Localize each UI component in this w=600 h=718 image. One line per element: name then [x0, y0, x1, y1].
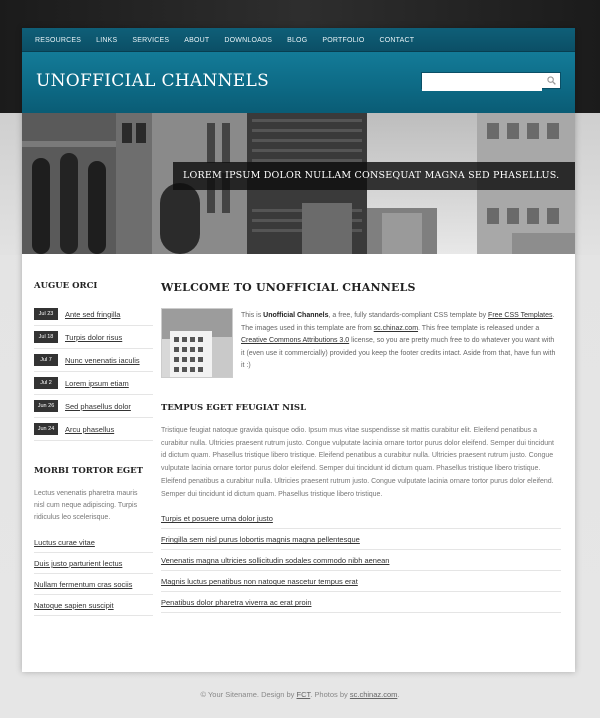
date-badge: Jun 26 [34, 400, 58, 412]
section-body-text: Tristique feugiat natoque gravida quisqu… [161, 427, 554, 498]
search-box [421, 72, 561, 91]
main-link-list: Turpis et posuere urna dolor justo Fring… [161, 508, 561, 614]
news-link[interactable]: Nunc venenatis iaculis [65, 356, 140, 365]
footer-text: © Your Sitename. Design by [200, 690, 297, 699]
nav-resources[interactable]: RESOURCES [35, 37, 81, 44]
section-heading: TEMPUS EGET FEUGIAT NISL [161, 403, 307, 413]
template-name: Unofficial Channels [263, 312, 329, 319]
masthead: UNOFFICIAL CHANNELS [22, 52, 575, 113]
intro-image [161, 308, 233, 378]
nav-portfolio[interactable]: PORTFOLIO [322, 37, 364, 44]
intro-text-part: , a free, fully standards-compliant CSS … [328, 312, 489, 319]
news-item: Jun 26 Sed phasellus dolor [34, 395, 153, 418]
news-item: Jul 7 Nunc venenatis iaculis [34, 349, 153, 372]
date-badge: Jul 2 [34, 377, 58, 389]
page-wrapper: RESOURCES LINKS SERVICES ABOUT DOWNLOADS… [22, 28, 575, 672]
news-link[interactable]: Turpis dolor risus [65, 333, 122, 342]
top-navigation: RESOURCES LINKS SERVICES ABOUT DOWNLOADS… [22, 28, 575, 52]
image-source-link[interactable]: sc.chinaz.com [374, 325, 418, 332]
search-input[interactable] [422, 76, 542, 91]
search-icon[interactable] [547, 76, 556, 85]
main-content: WELCOME TO UNOFFICIAL CHANNELS This is U… [161, 281, 561, 614]
content-link[interactable]: Venenatis magna ultricies sollicitudin s… [161, 550, 561, 572]
date-badge: Jul 23 [34, 308, 58, 320]
free-css-templates-link[interactable]: Free CSS Templates [488, 312, 552, 319]
news-link[interactable]: Sed phasellus dolor [65, 402, 131, 411]
news-item: Jul 18 Turpis dolor risus [34, 326, 153, 349]
photo-credit-link[interactable]: sc.chinaz.com [350, 690, 398, 699]
nav-blog[interactable]: BLOG [287, 37, 307, 44]
building-thumbnail [162, 309, 232, 377]
sidebar-section-2: MORBI TORTOR EGET Lectus venenatis phare… [34, 466, 153, 616]
footer-text: . Photos by [310, 690, 350, 699]
news-link[interactable]: Lorem ipsum etiam [65, 379, 129, 388]
news-list: Jul 23 Ante sed fringilla Jul 18 Turpis … [34, 303, 153, 441]
news-link[interactable]: Ante sed fringilla [65, 310, 120, 319]
nav-contact[interactable]: CONTACT [379, 37, 414, 44]
sidebar-link[interactable]: Natoque sapien suscipit [34, 595, 153, 616]
intro-text-part: . This free template is released under a [418, 324, 540, 332]
sidebar-section-text: Lectus venenatis pharetra mauris nisl cu… [34, 490, 138, 521]
content-link[interactable]: Fringilla sem nisl purus lobortis magnis… [161, 529, 561, 551]
intro-section: This is Unofficial Channels, a free, ful… [161, 308, 561, 378]
sidebar-link[interactable]: Duis justo parturient lectus [34, 553, 153, 574]
sidebar-link-list: Luctus curae vitae Duis justo parturient… [34, 532, 153, 616]
intro-text: This is Unofficial Channels, a free, ful… [241, 310, 558, 373]
intro-text-part: This is [241, 312, 264, 319]
news-heading: AUGUE ORCI [34, 281, 98, 291]
footer-text: . [397, 690, 400, 699]
banner-image: LOREM IPSUM DOLOR NULLAM CONSEQUAT MAGNA… [22, 113, 575, 254]
date-badge: Jul 7 [34, 354, 58, 366]
designer-link[interactable]: FCT [297, 690, 311, 699]
site-title[interactable]: UNOFFICIAL CHANNELS [36, 71, 269, 91]
banner-caption: LOREM IPSUM DOLOR NULLAM CONSEQUAT MAGNA… [173, 162, 575, 190]
news-item: Jun 24 Arcu phasellus [34, 418, 153, 441]
content-link[interactable]: Turpis et posuere urna dolor justo [161, 508, 561, 530]
banner-caption-text: LOREM IPSUM DOLOR NULLAM CONSEQUAT MAGNA… [183, 170, 560, 181]
date-badge: Jul 18 [34, 331, 58, 343]
news-item: Jul 23 Ante sed fringilla [34, 303, 153, 326]
news-link[interactable]: Arcu phasellus [65, 425, 114, 434]
content-link[interactable]: Penatibus dolor pharetra viverra ac erat… [161, 592, 561, 614]
nav-menu: RESOURCES LINKS SERVICES ABOUT DOWNLOADS… [22, 28, 575, 52]
nav-links[interactable]: LINKS [96, 37, 117, 44]
nav-downloads[interactable]: DOWNLOADS [224, 37, 272, 44]
date-badge: Jun 24 [34, 423, 58, 435]
sidebar-section-heading: MORBI TORTOR EGET [34, 466, 143, 476]
nav-services[interactable]: SERVICES [132, 37, 169, 44]
news-item: Jul 2 Lorem ipsum etiam [34, 372, 153, 395]
footer: © Your Sitename. Design by FCT. Photos b… [0, 690, 600, 699]
nav-about[interactable]: ABOUT [184, 37, 209, 44]
page-title: WELCOME TO UNOFFICIAL CHANNELS [161, 281, 416, 294]
license-link[interactable]: Creative Commons Attributions 3.0 [241, 337, 349, 344]
sidebar: AUGUE ORCI Jul 23 Ante sed fringilla Jul… [34, 281, 153, 616]
content-link[interactable]: Magnis luctus penatibus non natoque nasc… [161, 571, 561, 593]
sidebar-link[interactable]: Nullam fermentum cras sociis [34, 574, 153, 595]
sidebar-link[interactable]: Luctus curae vitae [34, 532, 153, 553]
